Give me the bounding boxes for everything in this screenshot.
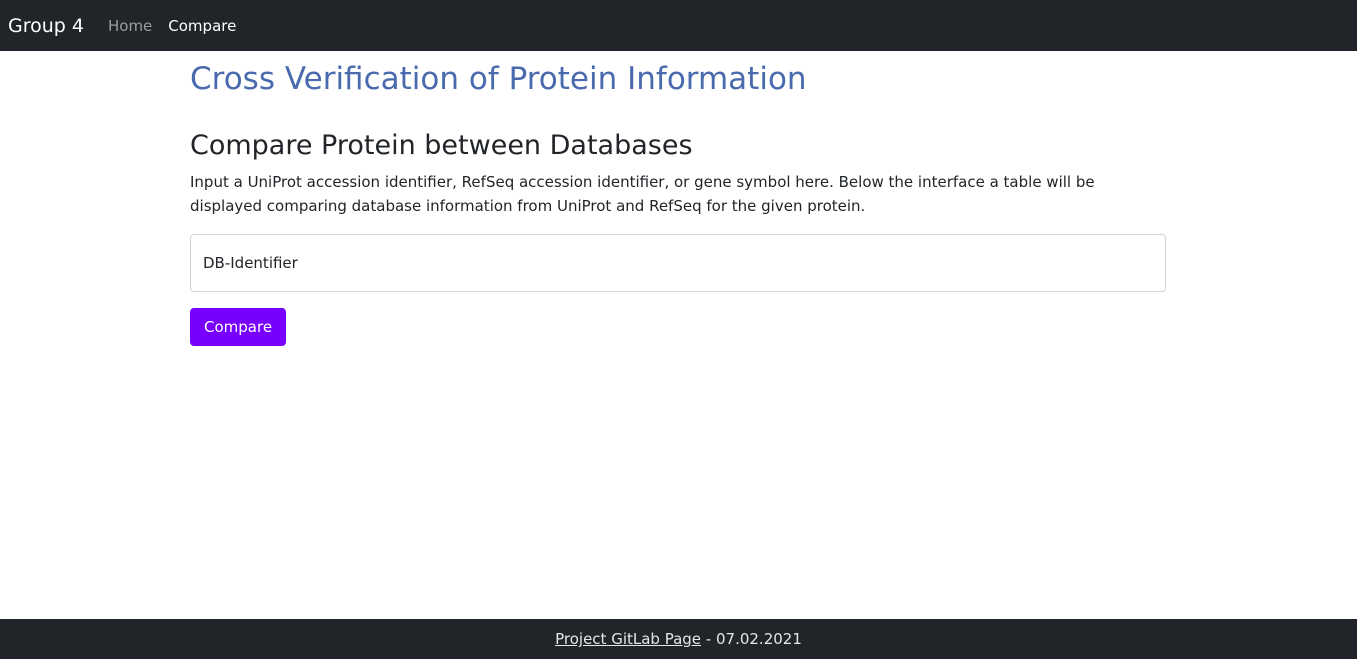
top-navbar: Group 4 Home Compare	[0, 0, 1357, 51]
brand-link[interactable]: Group 4	[8, 15, 84, 37]
compare-button[interactable]: Compare	[190, 308, 287, 346]
db-identifier-input[interactable]	[190, 234, 1166, 292]
footer-date: 07.02.2021	[715, 630, 802, 648]
nav-link-compare[interactable]: Compare	[168, 17, 236, 35]
description-text: Input a UniProt accession identifier, Re…	[190, 173, 1095, 215]
main-content: Cross Verification of Protein Informatio…	[190, 51, 1166, 346]
section-title: Compare Protein between Databases	[190, 130, 693, 161]
footer-separator: -	[701, 630, 716, 648]
nav-link-home[interactable]: Home	[108, 17, 152, 35]
site-title: Cross Verification of Protein Informatio…	[190, 61, 807, 97]
gitlab-page-link[interactable]: Project GitLab Page	[555, 630, 701, 648]
footer: Project GitLab Page - 07.02.2021	[0, 619, 1357, 659]
